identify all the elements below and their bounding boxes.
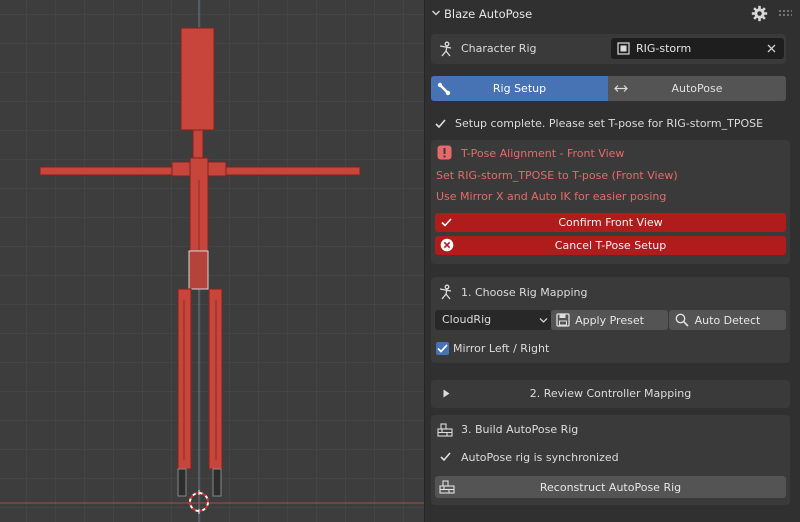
- neck-bone: [192, 129, 204, 161]
- confirm-front-view-button[interactable]: Confirm Front View: [435, 213, 786, 232]
- cancel-icon: [440, 238, 454, 252]
- mirror-checkbox[interactable]: [436, 342, 449, 355]
- checkmark-icon: [435, 119, 446, 129]
- save-icon: [556, 313, 570, 327]
- chevron-down-icon[interactable]: [431, 8, 441, 18]
- tab-rig-setup[interactable]: Rig Setup: [431, 76, 608, 101]
- object-icon: [617, 42, 630, 55]
- alert-line-2: Use Mirror X and Auto IK for easier posi…: [436, 190, 667, 203]
- character-rig-field[interactable]: RIG-storm: [611, 38, 784, 59]
- checkmark-icon: [441, 218, 452, 227]
- mirror-label[interactable]: Mirror Left / Right: [453, 342, 549, 355]
- hips-bone: [188, 250, 209, 290]
- apply-preset-label: Apply Preset: [575, 313, 644, 327]
- head-bone: [180, 27, 215, 131]
- auto-detect-button[interactable]: Auto Detect: [669, 310, 786, 330]
- cancel-tpose-button[interactable]: Cancel T-Pose Setup: [435, 236, 786, 255]
- build-autopose-section: 3. Build AutoPose Rig AutoPose rig is sy…: [431, 415, 790, 505]
- tab-autopose-label: AutoPose: [671, 82, 723, 95]
- checkmark-icon: [437, 344, 448, 353]
- 3d-viewport[interactable]: [0, 0, 424, 522]
- right-arm-bone: [225, 166, 361, 176]
- armature-icon: [439, 41, 452, 57]
- tpose-alert-box: T-Pose Alignment - Front View Set RIG-st…: [431, 140, 790, 264]
- bone-icon: [437, 82, 451, 96]
- left-foot-bone: [177, 468, 187, 497]
- tab-rig-setup-label: Rig Setup: [492, 82, 547, 95]
- setup-status-text: Setup complete. Please set T-pose for RI…: [455, 117, 764, 130]
- armature-icon: [439, 284, 452, 300]
- character-rig-row: Character Rig RIG-storm: [431, 34, 786, 64]
- cancel-tpose-label: Cancel T-Pose Setup: [554, 239, 667, 252]
- rig-mapping-dropdown[interactable]: CloudRig: [435, 310, 551, 330]
- blaze-autopose-panel: Blaze AutoPose Character Rig RIG-storm R…: [424, 0, 800, 522]
- apply-preset-button[interactable]: Apply Preset: [551, 310, 668, 330]
- rig-mapping-dropdown-value: CloudRig: [442, 313, 492, 326]
- arrows-horizontal-icon: [614, 85, 628, 92]
- left-arm-bone: [39, 166, 174, 176]
- character-rig-value: RIG-storm: [636, 42, 692, 55]
- right-foot-bone: [212, 468, 222, 497]
- panel-title: Blaze AutoPose: [444, 7, 533, 21]
- section-3-title: 3. Build AutoPose Rig: [461, 423, 579, 436]
- reconstruct-autopose-button[interactable]: Reconstruct AutoPose Rig: [435, 476, 786, 498]
- section-2-title: 2. Review Controller Mapping: [529, 387, 692, 400]
- alert-title: T-Pose Alignment - Front View: [461, 147, 625, 160]
- review-mapping-section[interactable]: 2. Review Controller Mapping: [431, 380, 790, 408]
- warning-icon: [437, 145, 452, 160]
- tab-autopose[interactable]: AutoPose: [608, 76, 786, 101]
- gear-icon[interactable]: [751, 5, 768, 22]
- panel-header[interactable]: Blaze AutoPose: [425, 0, 800, 28]
- rig-mapping-section: 1. Choose Rig Mapping CloudRig Apply Pre…: [431, 277, 790, 363]
- chevron-down-icon: [539, 318, 548, 323]
- drag-handle-icon[interactable]: [778, 9, 792, 19]
- checkmark-icon: [440, 452, 451, 462]
- build-icon: [437, 423, 453, 437]
- auto-detect-label: Auto Detect: [694, 313, 761, 327]
- confirm-front-view-label: Confirm Front View: [558, 216, 663, 229]
- build-icon: [439, 480, 455, 494]
- autopose-sync-status: AutoPose rig is synchronized: [461, 451, 619, 464]
- section-1-title: 1. Choose Rig Mapping: [461, 286, 588, 299]
- character-rig-label: Character Rig: [461, 42, 537, 55]
- alert-line-1: Set RIG-storm_TPOSE to T-pose (Front Vie…: [436, 169, 678, 182]
- search-icon: [675, 313, 689, 327]
- viewport-canvas: [0, 0, 424, 522]
- clear-icon[interactable]: [767, 44, 776, 53]
- reconstruct-autopose-label: Reconstruct AutoPose Rig: [539, 480, 682, 494]
